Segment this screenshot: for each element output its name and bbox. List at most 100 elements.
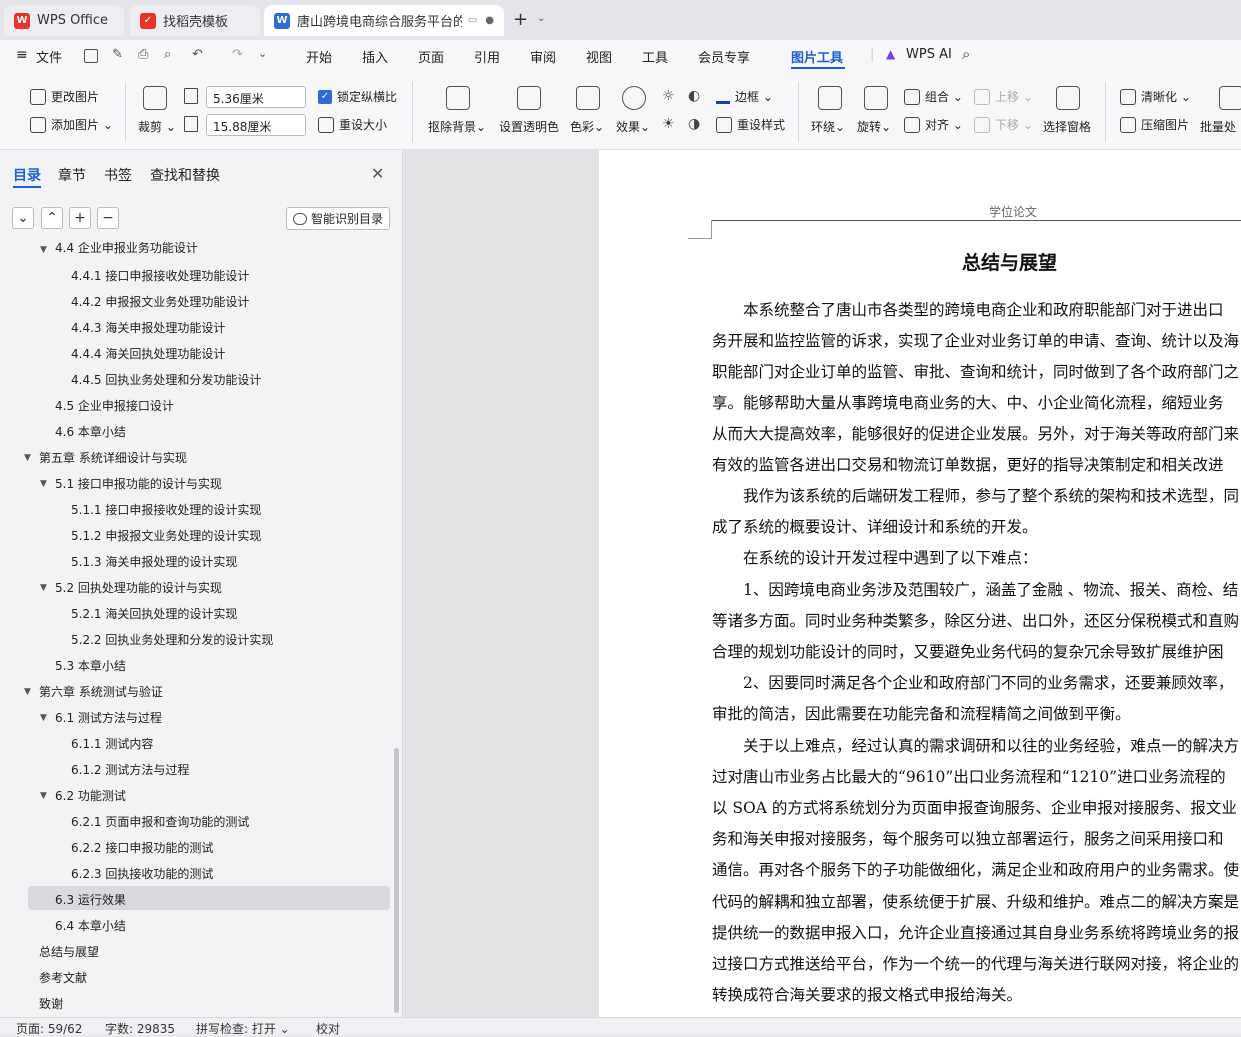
remove-background-button[interactable]: 抠除背景 ⌄ [428, 118, 486, 135]
toc-item[interactable]: 4.4.2 申报报文业务处理功能设计 [71, 293, 249, 310]
batch-button[interactable]: 批量处 [1200, 118, 1236, 135]
menu-view[interactable]: 视图 [586, 47, 612, 66]
lock-ratio-checkbox[interactable]: ✓ 锁定纵横比 [318, 88, 397, 105]
close-icon[interactable]: ✕ [371, 164, 384, 183]
border-button[interactable]: 边框 ⌄ [716, 88, 773, 105]
menu-member[interactable]: 会员专享 [698, 47, 750, 66]
toc-item[interactable]: 6.2.2 接口申报功能的测试 [71, 839, 213, 856]
toc-item[interactable]: 5.2.1 海关回执处理的设计实现 [71, 605, 237, 622]
toc-item[interactable]: 5.3 本章小结 [55, 657, 126, 674]
proofread-button[interactable]: 校对 [316, 1020, 340, 1037]
smart-toc-button[interactable]: 智能识别目录 [286, 207, 390, 230]
toc-item[interactable]: 4.4.3 海关申报处理功能设计 [71, 319, 225, 336]
menu-start[interactable]: 开始 [306, 47, 332, 66]
print-preview-icon[interactable]: ⌕ [164, 47, 171, 62]
move-up-button[interactable]: 上移 ⌄ [974, 88, 1033, 105]
rotate-icon[interactable] [864, 86, 888, 110]
batch-icon[interactable] [1219, 86, 1241, 110]
toc-item-selected[interactable]: 6.3 运行效果 [55, 891, 126, 908]
brush-icon[interactable]: ✎ [112, 47, 123, 62]
menu-review[interactable]: 审阅 [530, 47, 556, 66]
color-icon[interactable] [576, 86, 600, 110]
toc-item[interactable]: 4.6 本章小结 [55, 423, 126, 440]
rotate-button[interactable]: 旋转 ⌄ [857, 118, 891, 135]
tab-document[interactable]: W 唐山跨境电商综合服务平台的设 ▭ ● [264, 5, 504, 36]
toc-item[interactable]: 6.2 功能测试 [55, 787, 126, 804]
brightness-increase-icon[interactable]: ☼ [662, 88, 675, 104]
collapse-all-button[interactable]: ⌄ [12, 207, 34, 229]
selection-pane-button[interactable]: 选择窗格 [1043, 118, 1091, 135]
toc-item[interactable]: 5.1.2 申报报文业务处理的设计实现 [71, 527, 261, 544]
crop-icon[interactable] [143, 86, 167, 110]
tab-find-replace[interactable]: 查找和替换 [150, 165, 220, 185]
tab-docer-templates[interactable]: ✓ 找稻壳模板 [130, 5, 260, 36]
search-icon[interactable]: ⌕ [962, 45, 970, 63]
menu-tools[interactable]: 工具 [642, 47, 668, 66]
toc-item[interactable]: 6.4 本章小结 [55, 917, 126, 934]
expand-triangle-icon[interactable]: ▼ [24, 453, 31, 463]
toc-item[interactable]: 6.2.3 回执接收功能的测试 [71, 865, 213, 882]
toc-item[interactable]: 5.1.1 接口申报接收处理的设计实现 [71, 501, 261, 518]
sharpen-button[interactable]: 清晰化 ⌄ [1120, 88, 1191, 105]
toc-item[interactable]: 4.4.4 海关回执处理功能设计 [71, 345, 225, 362]
toc-item[interactable]: 4.4 企业申报业务功能设计 [55, 242, 198, 256]
page-indicator[interactable]: 页面: 59/62 [16, 1020, 82, 1037]
toc-item[interactable]: 6.1.2 测试方法与过程 [71, 761, 189, 778]
compress-button[interactable]: 压缩图片 [1120, 116, 1189, 133]
expand-triangle-icon[interactable]: ▼ [40, 791, 47, 801]
menu-file[interactable]: 文件 [36, 47, 62, 66]
new-tab-icon[interactable]: + [513, 9, 528, 30]
crop-button[interactable]: 裁剪 ⌄ [138, 118, 176, 135]
toc-item[interactable]: 4.5 企业申报接口设计 [55, 397, 174, 414]
menu-page[interactable]: 页面 [418, 47, 444, 66]
word-count[interactable]: 字数: 29835 [105, 1020, 175, 1037]
toc-item[interactable]: 第六章 系统测试与验证 [39, 683, 163, 700]
add-picture-button[interactable]: 添加图片 ⌄ [30, 116, 113, 133]
remove-heading-button[interactable]: − [97, 207, 119, 229]
expand-triangle-icon[interactable]: ▼ [24, 687, 31, 697]
toc-item[interactable]: 6.2.1 页面申报和查询功能的测试 [71, 813, 249, 830]
move-down-button[interactable]: 下移 ⌄ [974, 116, 1033, 133]
more-chevron-icon[interactable]: ⌄ [258, 47, 267, 60]
change-picture-button[interactable]: 更改图片 [30, 88, 99, 105]
toc-item[interactable]: 5.1 接口申报功能的设计与实现 [55, 475, 222, 492]
chevron-down-icon[interactable]: ⌄ [537, 13, 545, 24]
menu-references[interactable]: 引用 [474, 47, 500, 66]
toc-item[interactable]: 参考文献 [39, 969, 87, 986]
wrap-icon[interactable] [818, 86, 842, 110]
toc-scrollbar[interactable] [394, 748, 399, 1013]
toc-item[interactable]: 第五章 系统详细设计与实现 [39, 449, 187, 466]
brightness-decrease-icon[interactable]: ☀ [662, 116, 675, 132]
redo-icon[interactable]: ↷ [232, 47, 243, 62]
height-field[interactable]: 15.88厘米 [206, 114, 306, 136]
toc-item[interactable]: 总结与展望 [39, 943, 99, 960]
toc-item[interactable]: 6.1.1 测试内容 [71, 735, 153, 752]
hamburger-icon[interactable]: ≡ [16, 47, 28, 63]
expand-up-button[interactable]: ⌃ [41, 207, 63, 229]
tab-wps-office[interactable]: W WPS Office [4, 5, 124, 36]
spell-check-toggle[interactable]: 拼写检查: 打开 ⌄ [196, 1020, 290, 1037]
reset-style-button[interactable]: 重设样式 [716, 116, 785, 133]
menu-insert[interactable]: 插入 [362, 47, 388, 66]
align-button[interactable]: 对齐 ⌄ [904, 116, 963, 133]
tab-toc[interactable]: 目录 [13, 165, 41, 185]
toc-item[interactable]: 5.2.2 回执业务处理和分发的设计实现 [71, 631, 273, 648]
unsaved-dot-icon[interactable]: ● [485, 15, 494, 26]
toc-item[interactable]: 5.1.3 海关申报处理的设计实现 [71, 553, 237, 570]
contrast-decrease-icon[interactable]: ◑ [688, 116, 700, 132]
toc-item[interactable]: 6.1 测试方法与过程 [55, 709, 162, 726]
toc-item[interactable]: 致谢 [39, 995, 63, 1012]
effect-icon[interactable] [622, 86, 646, 110]
effect-button[interactable]: 效果 ⌄ [616, 118, 650, 135]
remove-background-icon[interactable] [446, 86, 470, 110]
wrap-button[interactable]: 环绕 ⌄ [811, 118, 845, 135]
selection-pane-icon[interactable] [1056, 86, 1080, 110]
tab-chapters[interactable]: 章节 [58, 165, 86, 185]
expand-triangle-icon[interactable]: ▼ [40, 583, 47, 593]
set-transparent-button[interactable]: 设置透明色 [499, 118, 559, 135]
save-icon[interactable] [84, 49, 98, 63]
width-field[interactable]: 5.36厘米 [206, 86, 306, 108]
undo-icon[interactable]: ↶ [192, 47, 203, 62]
group-button[interactable]: 组合 ⌄ [904, 88, 963, 105]
toc-item[interactable]: 4.4.1 接口申报接收处理功能设计 [71, 267, 249, 284]
